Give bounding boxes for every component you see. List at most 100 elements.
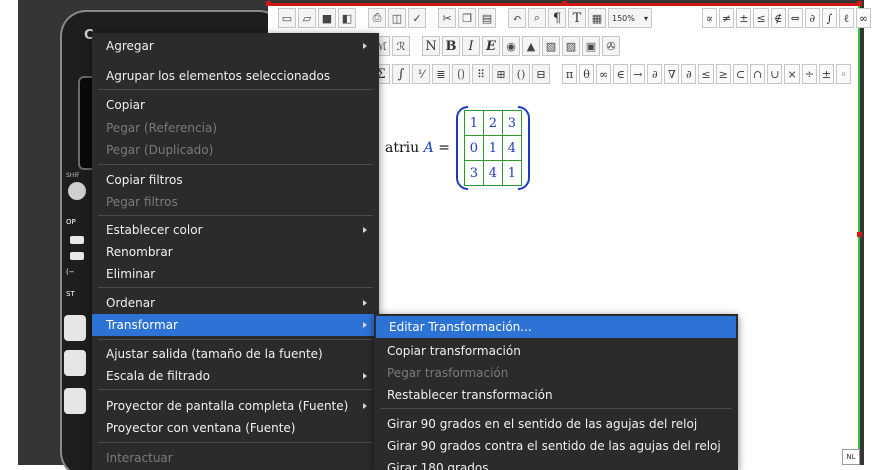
submenu-arrow-icon xyxy=(363,373,367,379)
submenu-item-edit-transform[interactable]: Editar Transformación... xyxy=(376,316,736,338)
math-symbol[interactable]: ⊂ xyxy=(732,64,749,84)
tool-icon[interactable]: ✇ xyxy=(602,36,620,56)
formula-label: atriu A = xyxy=(385,140,450,156)
emphasis-button[interactable]: E xyxy=(482,36,500,56)
box-icon[interactable]: ⊟ xyxy=(532,64,550,84)
paragraph-button[interactable]: ¶ xyxy=(548,8,566,28)
math-template-icon[interactable]: ∂ xyxy=(804,8,820,28)
menu-separator xyxy=(380,408,732,409)
math-template-icon[interactable]: ∝ xyxy=(702,8,717,28)
menu-item-agregar[interactable]: Agregar xyxy=(92,35,379,57)
print-preview-icon[interactable]: ◫ xyxy=(388,8,406,28)
table-icon[interactable]: ⊞ xyxy=(492,64,510,84)
matrix-brackets: 1 2 3 0 1 4 3 4 1 xyxy=(455,106,530,190)
image-icon[interactable]: ▣ xyxy=(582,36,600,56)
resize-handle[interactable] xyxy=(857,232,862,237)
math-symbol[interactable]: ≥ xyxy=(715,64,731,84)
menu-item-paste-filters: Pegar filtros xyxy=(92,191,379,213)
symbol-icon[interactable]: ▧ xyxy=(542,36,560,56)
submenu-item-rotate-180[interactable]: Girar 180 grados xyxy=(374,457,738,470)
integral-button[interactable]: ∫ xyxy=(392,64,410,84)
normal-style-button[interactable]: N xyxy=(422,36,440,56)
spellcheck-icon[interactable]: ✓ xyxy=(408,8,426,28)
math-symbol[interactable]: ± xyxy=(818,64,835,84)
bold-button[interactable]: B xyxy=(442,36,460,56)
submenu-arrow-icon xyxy=(363,322,367,328)
math-symbol[interactable]: ∩ xyxy=(750,64,766,84)
math-template-icon[interactable]: ∉ xyxy=(770,8,786,28)
matrix-cell: 0 xyxy=(463,135,484,161)
math-symbol[interactable]: ∂ xyxy=(647,64,663,84)
math-template-icon[interactable]: ∞ xyxy=(855,8,872,28)
menu-item-fullscreen-projector[interactable]: Proyector de pantalla completa (Fuente) xyxy=(92,395,379,417)
math-template-icon[interactable]: ⇔ xyxy=(787,8,803,28)
open-folder-icon[interactable]: ▱ xyxy=(298,8,316,28)
math-template-icon[interactable]: ≤ xyxy=(753,8,769,28)
math-symbol[interactable]: ∂ xyxy=(681,64,697,84)
matrix-icon[interactable]: ≣ xyxy=(432,64,450,84)
submenu-item-rotate-ccw[interactable]: Girar 90 grados contra el sentido de las… xyxy=(374,435,738,457)
copy-icon[interactable]: ❐ xyxy=(458,8,476,28)
math-symbol[interactable]: ∪ xyxy=(767,64,783,84)
menu-separator xyxy=(98,389,373,390)
math-symbol[interactable]: ≤ xyxy=(698,64,714,84)
menu-item-label: Interactuar xyxy=(106,451,173,465)
menu-item-filter-scale[interactable]: Escala de filtrado xyxy=(92,365,379,387)
menu-item-set-color[interactable]: Establecer color xyxy=(92,219,379,241)
math-symbol[interactable]: θ xyxy=(579,64,594,84)
submenu-item-copy-transform[interactable]: Copiar transformación xyxy=(374,340,738,362)
math-symbol[interactable]: ◦ xyxy=(836,64,852,84)
menu-item-group-selected[interactable]: Agrupar los elementos seleccionados xyxy=(92,65,379,87)
save-icon[interactable]: ■ xyxy=(318,8,336,28)
new-file-icon[interactable]: ▭ xyxy=(278,8,296,28)
menu-item-transform[interactable]: Transformar xyxy=(92,314,379,336)
math-symbol[interactable]: ÷ xyxy=(801,64,817,84)
cut-icon[interactable]: ✂ xyxy=(438,8,456,28)
color-icon[interactable]: ◉ xyxy=(502,36,520,56)
paste-icon[interactable]: ▤ xyxy=(478,8,496,28)
math-template-icon[interactable]: ≠ xyxy=(719,8,735,28)
font-icon[interactable]: ▲ xyxy=(522,36,540,56)
menu-item-order[interactable]: Ordenar xyxy=(92,292,379,314)
italic-button[interactable]: I xyxy=(462,36,480,56)
zoom-select[interactable]: 150% ▾ xyxy=(608,8,652,28)
document-toolbar-math: Σ ∫ ⅟ ≣ ⟮⟯ ⠿ ⊞ () ⊟ π θ ∞ ∈ → ∂ ∇ ∂ ≤ ≥ … xyxy=(372,62,852,86)
math-symbol[interactable]: ∞ xyxy=(596,64,612,84)
menu-item-copy[interactable]: Copiar xyxy=(92,94,379,116)
submenu-arrow-icon xyxy=(363,300,367,306)
parens-icon[interactable]: () xyxy=(512,64,530,84)
submenu-item-reset-transform[interactable]: Restablecer transformación xyxy=(374,384,738,406)
math-symbol[interactable]: π xyxy=(562,64,577,84)
format-icon[interactable]: ℛ xyxy=(392,36,410,56)
undo-icon[interactable]: ↶ xyxy=(508,8,526,28)
math-template-icon[interactable]: ∫ xyxy=(821,8,837,28)
submenu-arrow-icon xyxy=(363,227,367,233)
text-mode-button[interactable]: T xyxy=(568,8,586,28)
menu-item-delete[interactable]: Eliminar xyxy=(92,263,379,285)
export-icon[interactable]: ◧ xyxy=(338,8,356,28)
formula-text: atriu xyxy=(385,140,420,156)
insert-icon[interactable]: ▨ xyxy=(562,36,580,56)
resize-handle[interactable] xyxy=(266,1,271,6)
grid-icon[interactable]: ⠿ xyxy=(472,64,490,84)
bracket-icon[interactable]: ⟮⟯ xyxy=(452,64,470,84)
find-icon[interactable]: ⌕ xyxy=(528,8,546,28)
fraction-icon[interactable]: ⅟ xyxy=(412,64,430,84)
math-symbol[interactable]: ∇ xyxy=(664,64,680,84)
calculator-key xyxy=(64,350,86,376)
view-icon[interactable]: ▦ xyxy=(588,8,606,28)
math-template-icon[interactable]: ± xyxy=(736,8,752,28)
menu-item-windowed-projector[interactable]: Proyector con ventana (Fuente) xyxy=(92,417,379,439)
math-template-icon[interactable]: ℓ xyxy=(838,8,854,28)
menu-item-label: Ordenar xyxy=(106,296,156,310)
menu-item-fit-output[interactable]: Ajustar salida (tamaño de la fuente) xyxy=(92,343,379,365)
print-icon[interactable]: ⎙ xyxy=(368,8,386,28)
math-symbol[interactable]: ∈ xyxy=(613,64,629,84)
menu-separator xyxy=(98,164,373,165)
submenu-item-rotate-cw[interactable]: Girar 90 grados en el sentido de las agu… xyxy=(374,413,738,435)
menu-item-rename[interactable]: Renombrar xyxy=(92,241,379,263)
menu-item-label: Escala de filtrado xyxy=(106,369,210,383)
math-symbol[interactable]: → xyxy=(630,64,646,84)
math-symbol[interactable]: × xyxy=(784,64,800,84)
menu-item-copy-filters[interactable]: Copiar filtros xyxy=(92,169,379,191)
